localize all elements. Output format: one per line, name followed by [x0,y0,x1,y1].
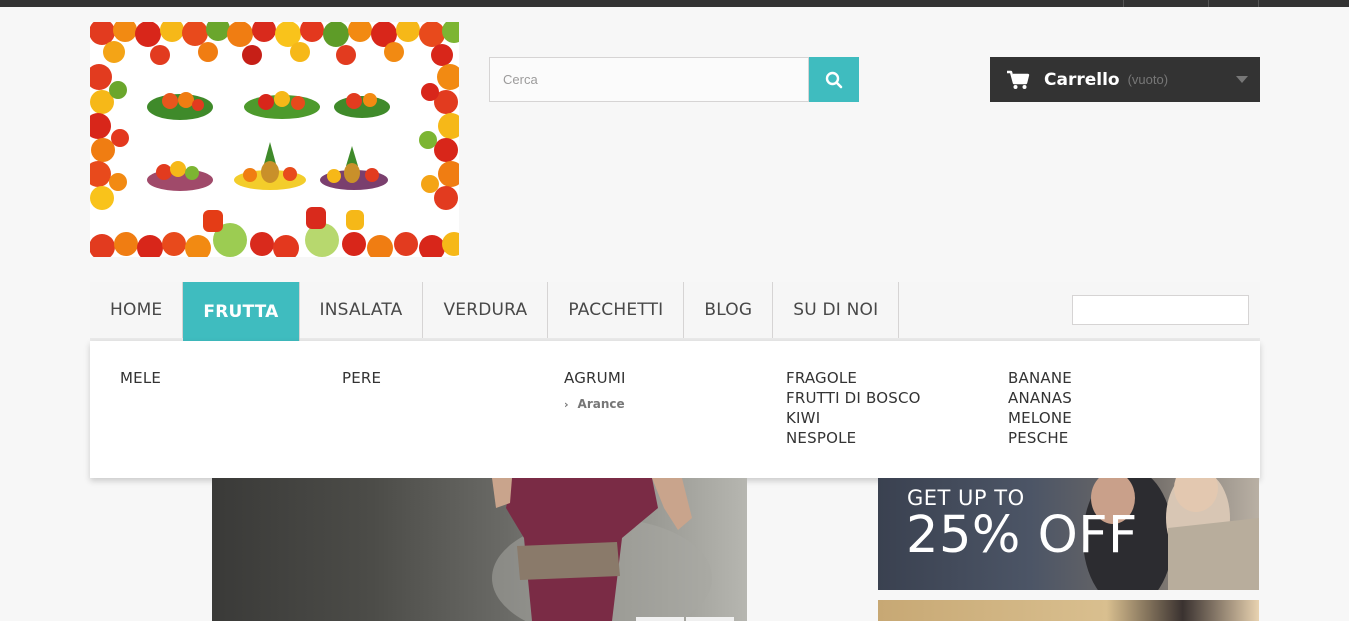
menu-item-home[interactable]: HOME [90,282,184,338]
main-menu: HOME FRUTTA INSALATA VERDURA PACCHETTI B… [90,282,1260,341]
cart-title: Carrello [1044,69,1120,90]
fruit-vegetable-frame-image [90,22,459,257]
submenu-column: AGRUMI › Arance [564,368,764,411]
promo-text-big: 25% OFF [906,506,1138,565]
submenu-link-mele[interactable]: MELE [120,368,320,388]
menu-item-pacchetti[interactable]: PACCHETTI [548,282,685,338]
cart-status: (vuoto) [1127,72,1169,87]
submenu-link-pesche[interactable]: PESCHE [1008,428,1208,448]
top-bar-divider [1208,0,1209,7]
menu-item-blog[interactable]: BLOG [684,282,774,338]
menu-item-frutta[interactable]: FRUTTA [183,282,300,341]
menu-item-insalata[interactable]: INSALATA [300,282,424,338]
promo-banner-secondary[interactable] [878,600,1259,621]
chevron-right-icon: › [564,397,569,411]
menu-search-input[interactable] [1072,295,1249,325]
submenu-link-agrumi[interactable]: AGRUMI [564,368,764,388]
search-button[interactable] [809,57,859,102]
submenu-column: BANANE ANANAS MELONE PESCHE [1008,368,1208,448]
shop-logo[interactable] [90,22,459,257]
submenu-link-frutti-di-bosco[interactable]: FRUTTI DI BOSCO [786,388,986,408]
submenu-link-nespole[interactable]: NESPOLE [786,428,986,448]
cart-icon [1007,70,1030,89]
submenu-link-banane[interactable]: BANANE [1008,368,1208,388]
search-input[interactable] [489,57,809,102]
top-bar-divider [1258,0,1259,7]
frutta-submenu: MELE PERE AGRUMI › Arance FRAGOLE FRUTTI… [90,341,1260,478]
submenu-sublink-label: Arance [577,397,625,411]
homepage-slider-image[interactable] [212,478,747,621]
submenu-link-melone[interactable]: MELONE [1008,408,1208,428]
submenu-link-fragole[interactable]: FRAGOLE [786,368,986,388]
submenu-column: MELE [120,368,320,388]
submenu-link-ananas[interactable]: ANANAS [1008,388,1208,408]
submenu-link-arance[interactable]: › Arance [564,397,764,411]
menu-item-su-di-noi[interactable]: SU DI NOI [773,282,900,338]
model-photo [492,478,734,621]
submenu-link-pere[interactable]: PERE [342,368,542,388]
top-bar [0,0,1349,7]
caret-down-icon [1236,76,1248,83]
menu-item-verdura[interactable]: VERDURA [423,282,549,338]
submenu-link-kiwi[interactable]: KIWI [786,408,986,428]
top-bar-divider [1123,0,1124,7]
submenu-column: PERE [342,368,542,388]
submenu-column: FRAGOLE FRUTTI DI BOSCO KIWI NESPOLE [786,368,986,448]
cart-button[interactable]: Carrello (vuoto) [990,57,1260,102]
search-icon [825,71,843,88]
promo-banner-sale[interactable]: GET UP TO 25% OFF [878,478,1259,590]
search-bar [489,57,859,102]
